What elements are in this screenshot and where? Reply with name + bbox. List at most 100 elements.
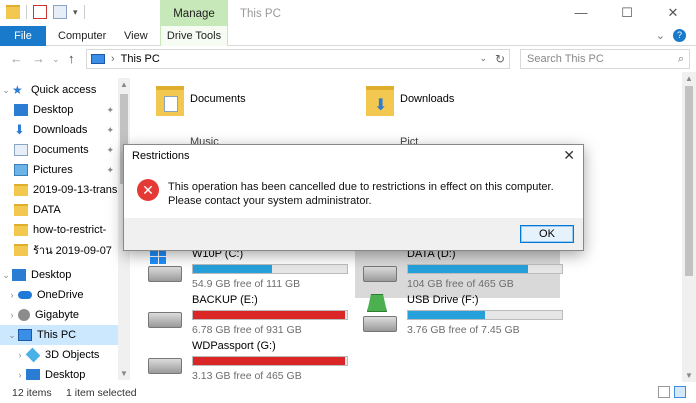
tab-drive-tools[interactable]: Drive Tools	[160, 26, 228, 46]
error-icon: ✕	[137, 179, 159, 201]
removable-drive-icon	[363, 316, 397, 332]
nav-item-3d-objects[interactable]: › 3D Objects	[0, 345, 118, 365]
back-button[interactable]: ←	[10, 51, 23, 66]
folder-label-downloads[interactable]: Downloads	[400, 93, 454, 105]
this-pc-icon	[91, 54, 105, 64]
maximize-button[interactable]: ☐	[604, 0, 650, 26]
star-icon: ★	[12, 83, 23, 97]
help-icon[interactable]: ?	[673, 29, 686, 42]
tab-view[interactable]: View	[124, 26, 148, 46]
expand-chevron-icon[interactable]: ⌄	[0, 270, 12, 281]
expand-chevron-icon[interactable]: ›	[6, 310, 18, 320]
onedrive-icon	[18, 291, 32, 299]
nav-item-pictures[interactable]: Pictures ✦	[0, 160, 118, 180]
nav-item-desktop-sub[interactable]: › Desktop	[0, 365, 118, 380]
close-button[interactable]: ✕	[650, 0, 696, 26]
scroll-thumb[interactable]	[685, 86, 693, 276]
nav-item-folder[interactable]: how-to-restrict-	[0, 220, 118, 240]
downloads-folder-icon[interactable]: ⬇	[366, 86, 394, 116]
app-folder-icon	[6, 5, 20, 19]
nav-item-label: Quick access	[31, 84, 97, 96]
nav-item-documents[interactable]: Documents ✦	[0, 140, 118, 160]
hard-drive-icon	[363, 266, 397, 282]
breadcrumb-separator: ›	[111, 53, 115, 65]
desktop-icon	[14, 104, 28, 116]
user-icon	[18, 309, 30, 321]
new-folder-icon[interactable]	[53, 5, 67, 19]
documents-folder-icon[interactable]	[156, 86, 184, 116]
expand-chevron-icon[interactable]: ›	[14, 350, 26, 360]
ribbon-expand-icon[interactable]: ⌄	[656, 29, 665, 42]
folder-icon	[14, 224, 28, 236]
nav-item-quick-access[interactable]: ⌄ ★ Quick access	[0, 80, 118, 100]
nav-item-label: Pictures	[33, 164, 73, 176]
drive-d[interactable]: DATA (D:) 104 GB free of 465 GB	[355, 248, 563, 298]
drive-e[interactable]: BACKUP (E:) 6.78 GB free of 931 GB	[140, 294, 348, 344]
tab-file[interactable]: File	[0, 26, 46, 46]
ok-button[interactable]: OK	[520, 225, 574, 243]
nav-item-folder[interactable]: DATA	[0, 200, 118, 220]
properties-icon[interactable]	[33, 5, 47, 19]
nav-item-label: Gigabyte	[35, 309, 80, 321]
folder-icon	[14, 204, 28, 216]
dialog-close-button[interactable]: ✕	[563, 147, 575, 164]
drive-usage-bar	[192, 310, 348, 320]
usb-drive-icon	[367, 294, 387, 312]
expand-chevron-icon[interactable]: ⌄	[6, 330, 18, 341]
scroll-down-icon[interactable]: ▼	[118, 369, 130, 378]
drive-name: USB Drive (F:)	[407, 294, 479, 306]
scroll-up-icon[interactable]: ▲	[682, 74, 696, 83]
up-button[interactable]: ↑	[68, 51, 75, 66]
drive-usage-fill	[408, 265, 529, 273]
toolbar-separator	[83, 5, 85, 19]
tiles-view-icon[interactable]	[674, 386, 686, 398]
nav-item-folder[interactable]: ร้าน 2019-09-07	[0, 240, 118, 260]
ribbon-right-controls: ⌄ ?	[656, 29, 686, 42]
drive-g[interactable]: WDPassport (G:) 3.13 GB free of 465 GB	[140, 340, 348, 382]
address-bar-row: ← → ⌄ ↑ › This PC ⌄ ↻ Search This PC ⌕	[0, 47, 696, 71]
drive-usage-fill	[193, 265, 272, 273]
drive-usage-bar	[407, 264, 563, 274]
refresh-icon[interactable]: ↻	[495, 52, 505, 66]
nav-item-gigabyte[interactable]: › Gigabyte	[0, 305, 118, 325]
drive-usage-bar	[407, 310, 563, 320]
drive-f[interactable]: USB Drive (F:) 3.76 GB free of 7.45 GB	[355, 294, 563, 344]
expand-chevron-icon[interactable]: ›	[14, 370, 26, 380]
details-view-icon[interactable]	[658, 386, 670, 398]
nav-item-label: how-to-restrict-	[33, 224, 107, 236]
nav-item-downloads[interactable]: ⬇ Downloads ✦	[0, 120, 118, 140]
drive-usage-fill	[193, 357, 346, 365]
drive-usage-bar	[192, 264, 348, 274]
drive-c[interactable]: W10P (C:) 54.9 GB free of 111 GB	[140, 248, 348, 298]
scroll-down-icon[interactable]: ▼	[682, 371, 696, 380]
address-dropdown-icon[interactable]: ⌄	[479, 53, 487, 64]
nav-item-label: ร้าน 2019-09-07	[33, 245, 112, 257]
hard-drive-icon	[148, 312, 182, 328]
forward-button[interactable]: →	[32, 51, 45, 66]
expand-chevron-icon[interactable]: ⌄	[0, 85, 12, 96]
nav-item-folder[interactable]: 2019-09-13-trans	[0, 180, 118, 200]
drive-usage-fill	[408, 311, 485, 319]
content-scrollbar[interactable]: ▲ ▼	[682, 72, 696, 382]
selection-count: 1 item selected	[66, 387, 137, 399]
search-input[interactable]: Search This PC ⌕	[520, 49, 690, 69]
drive-usage-fill	[193, 311, 346, 319]
folder-label-documents[interactable]: Documents	[190, 93, 246, 105]
drive-usage-bar	[192, 356, 348, 366]
address-field[interactable]: › This PC ⌄ ↻	[86, 49, 510, 69]
nav-item-onedrive[interactable]: › OneDrive	[0, 285, 118, 305]
recent-locations-button[interactable]: ⌄	[52, 54, 60, 65]
breadcrumb-this-pc[interactable]: This PC	[121, 53, 160, 65]
scroll-up-icon[interactable]: ▲	[118, 80, 130, 89]
expand-chevron-icon[interactable]: ›	[6, 290, 18, 300]
nav-item-desktop-root[interactable]: ⌄ Desktop	[0, 265, 118, 285]
folder-icon	[14, 244, 28, 256]
drive-free-space: 3.76 GB free of 7.45 GB	[407, 324, 520, 336]
nav-item-label: This PC	[37, 329, 77, 341]
customize-toolbar-icon[interactable]: ▾	[73, 7, 78, 18]
nav-item-this-pc[interactable]: ⌄ This PC	[0, 325, 118, 345]
nav-item-desktop[interactable]: Desktop ✦	[0, 100, 118, 120]
tab-computer[interactable]: Computer	[58, 26, 106, 46]
restrictions-dialog: Restrictions ✕ ✕ This operation has been…	[123, 144, 584, 251]
minimize-button[interactable]: —	[558, 0, 604, 26]
